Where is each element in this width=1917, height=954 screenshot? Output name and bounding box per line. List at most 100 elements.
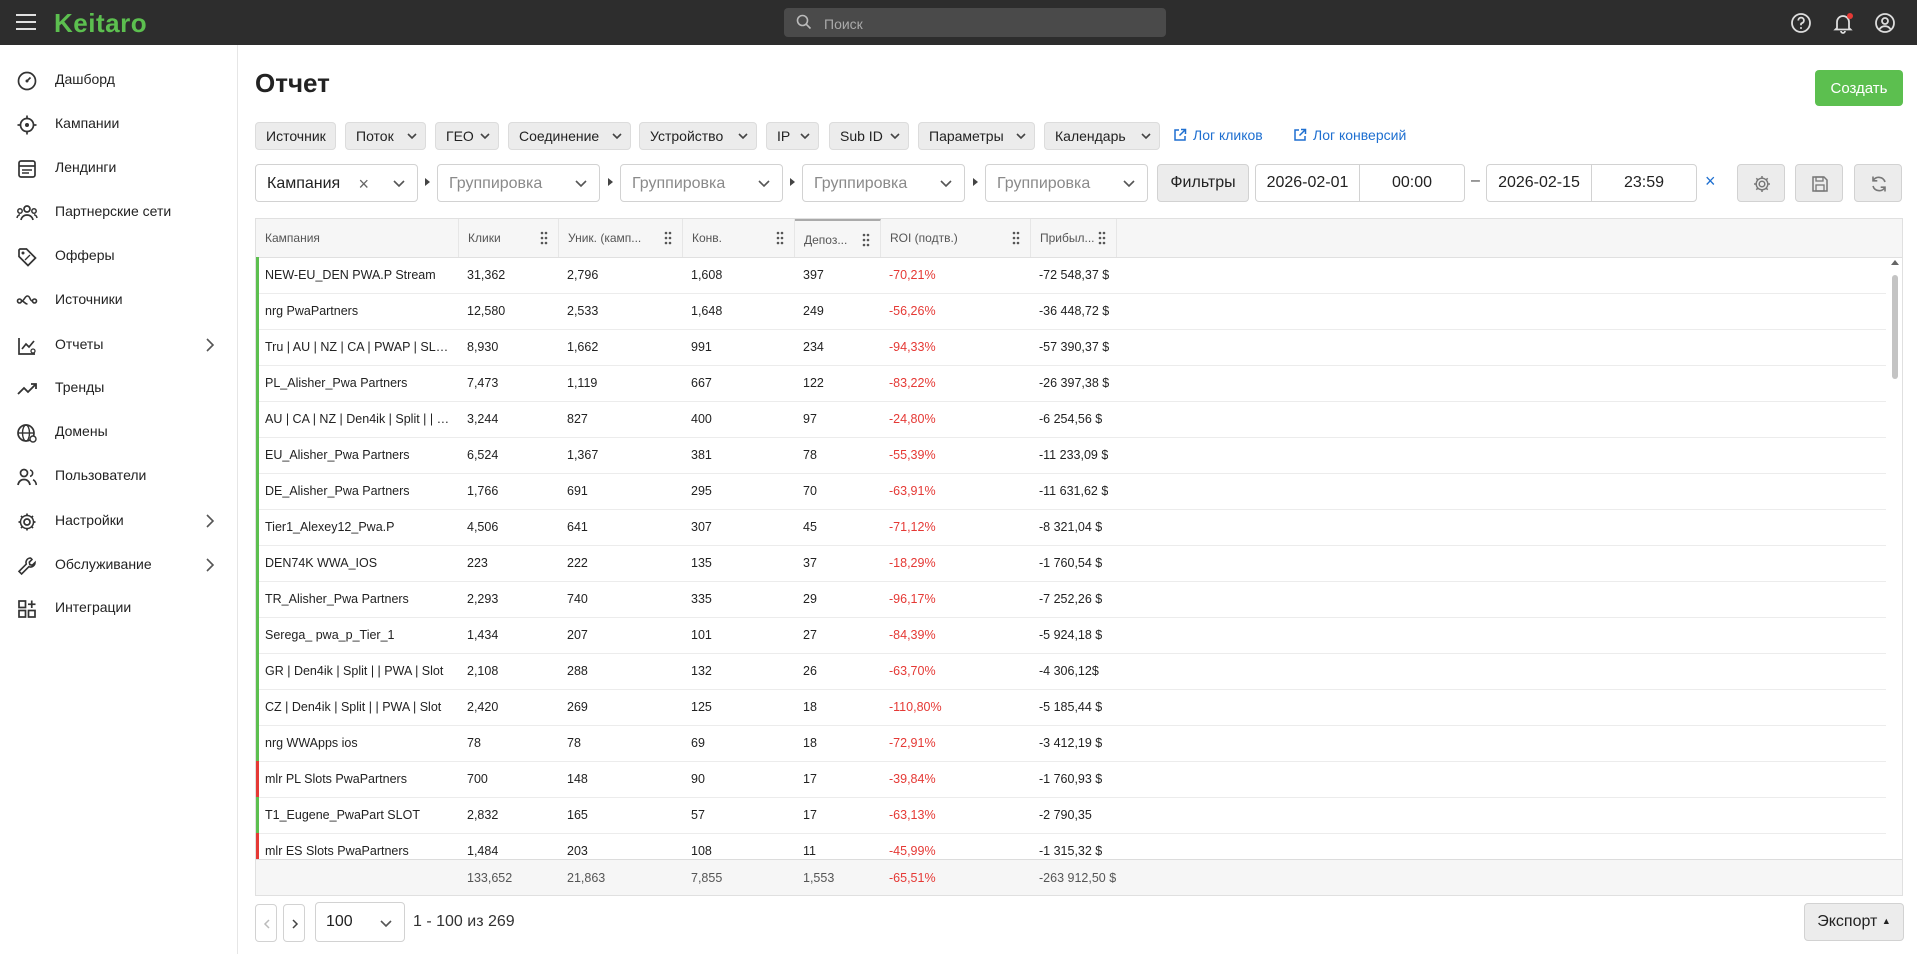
time-to-input[interactable]: 23:59: [1591, 164, 1697, 202]
sidebar-item-users[interactable]: Пользователи: [0, 456, 237, 496]
chip-source[interactable]: Источник: [255, 122, 336, 150]
per-page-select[interactable]: 100: [315, 902, 405, 942]
time-from-input[interactable]: 00:00: [1359, 164, 1465, 202]
table-scrollbar[interactable]: [1888, 257, 1902, 888]
table-row[interactable]: nrg PwaPartners 12,580 2,533 1,648 249 -56,26…: [256, 293, 1886, 330]
sidebar-item-trends[interactable]: Тренды: [0, 368, 237, 408]
status-indicator: [256, 797, 259, 833]
table-row[interactable]: Tier1_Alexey12_Pwa.P 4,506 641 307 45 -71,12%…: [256, 509, 1886, 546]
drag-handle-icon[interactable]: [862, 233, 870, 247]
cell-name: Serega_ pwa_p_Tier_1: [265, 628, 395, 642]
chip-connection[interactable]: Соединение: [508, 122, 631, 150]
total-clicks: 133,652: [467, 871, 513, 885]
column-header-campaign[interactable]: Кампания: [256, 219, 459, 257]
sidebar-item-campaigns[interactable]: Кампании: [0, 104, 237, 144]
sidebar-item-integrations[interactable]: Интеграции: [0, 588, 237, 628]
sidebar-item-settings[interactable]: Настройки: [0, 501, 237, 541]
drag-handle-icon[interactable]: [1098, 231, 1106, 245]
bell-icon[interactable]: [1831, 11, 1855, 35]
chip-calendar[interactable]: Календарь: [1044, 122, 1160, 150]
cell-conv: 57: [691, 808, 705, 822]
grouping-select-1[interactable]: Кампания ×: [255, 164, 418, 202]
clear-date-icon[interactable]: ×: [1705, 171, 1716, 192]
chip-ip[interactable]: IP: [766, 122, 819, 150]
sidebar-item-dashboard[interactable]: Дашборд: [0, 60, 237, 100]
table-row[interactable]: PL_Alisher_Pwa Partners 7,473 1,119 667 122 -…: [256, 365, 1886, 402]
sidebar-item-landings[interactable]: Лендинги: [0, 148, 237, 188]
cell-name: AU | CA | NZ | Den4ik | Split | | Slot: [265, 412, 455, 426]
clear-icon[interactable]: ×: [358, 175, 369, 193]
grouping-select-2[interactable]: Группировка: [437, 164, 600, 202]
sidebar-item-domains[interactable]: Домены: [0, 412, 237, 452]
search-input[interactable]: [822, 12, 1156, 35]
status-indicator: [256, 689, 259, 725]
account-icon[interactable]: [1873, 11, 1897, 35]
table-row[interactable]: TR_Alisher_Pwa Partners 2,293 740 335 29 -96,…: [256, 581, 1886, 618]
grouping-select-4[interactable]: Группировка: [802, 164, 965, 202]
table-row[interactable]: T1_Eugene_PwaPart SLOT 2,832 165 57 17 -63,13…: [256, 797, 1886, 834]
cell-profit: -1 760,54 $: [1039, 556, 1103, 570]
table-row[interactable]: DEN74K WWA_IOS 223 222 135 37 -18,29% -1 760,5…: [256, 545, 1886, 582]
status-indicator: [256, 329, 259, 365]
logo[interactable]: Keitaro: [54, 8, 147, 39]
sidebar-item-reports[interactable]: Отчеты: [0, 325, 237, 365]
chip-parameters[interactable]: Параметры: [918, 122, 1035, 150]
prev-page-button[interactable]: [255, 904, 277, 942]
table-row[interactable]: mlr PL Slots PwaPartners 700 148 90 17 -39,84…: [256, 761, 1886, 798]
table-row[interactable]: Tru | AU | NZ | CA | PWAP | SLOTS 8,930 1,…: [256, 329, 1886, 366]
next-page-button[interactable]: [283, 904, 305, 942]
table-row[interactable]: EU_Alisher_Pwa Partners 6,524 1,367 381 78 -5…: [256, 437, 1886, 474]
column-header-clicks[interactable]: Клики: [459, 219, 559, 257]
drag-handle-icon[interactable]: [1012, 231, 1020, 245]
cell-uniq: 691: [567, 484, 588, 498]
export-button[interactable]: Экспорт ▲: [1804, 903, 1904, 941]
chip-sub-id[interactable]: Sub ID: [829, 122, 909, 150]
chip-geo[interactable]: ГЕО: [435, 122, 499, 150]
table-row[interactable]: NEW-EU_DEN PWA.P Stream 31,362 2,796 1,608 3…: [256, 257, 1886, 294]
cell-clicks: 700: [467, 772, 488, 786]
cell-dep: 397: [803, 268, 824, 282]
cell-uniq: 827: [567, 412, 588, 426]
cell-clicks: 8,930: [467, 340, 499, 354]
table-row[interactable]: GR | Den4ik | Split | | PWA | Slot 2,108 2…: [256, 653, 1886, 690]
search-box[interactable]: [784, 8, 1166, 37]
grouping-select-3[interactable]: Группировка: [620, 164, 783, 202]
column-header-deposits[interactable]: Депоз...: [795, 219, 881, 257]
drag-handle-icon[interactable]: [540, 231, 548, 245]
table-row[interactable]: DE_Alisher_Pwa Partners 1,766 691 295 70 -63,…: [256, 473, 1886, 510]
date-from-input[interactable]: 2026-02-01: [1255, 164, 1360, 202]
sidebar-item-label: Источники: [55, 291, 123, 307]
cell-name: PL_Alisher_Pwa Partners: [265, 376, 408, 390]
table-row[interactable]: Serega_ pwa_p_Tier_1 1,434 207 101 27 -84,39%…: [256, 617, 1886, 654]
refresh-button[interactable]: [1854, 164, 1902, 202]
settings-button[interactable]: [1737, 164, 1785, 202]
chip-device[interactable]: Устройство: [639, 122, 757, 150]
status-indicator: [256, 581, 259, 617]
help-icon[interactable]: [1789, 11, 1813, 35]
drag-handle-icon[interactable]: [776, 231, 784, 245]
table-row[interactable]: CZ | Den4ik | Split | | PWA | Slot 2,420 2…: [256, 689, 1886, 726]
column-header-conversions[interactable]: Конв.: [683, 219, 795, 257]
menu-icon[interactable]: [16, 14, 36, 30]
sidebar-item-maintenance[interactable]: Обслуживание: [0, 545, 237, 585]
date-to-input[interactable]: 2026-02-15: [1486, 164, 1592, 202]
save-button[interactable]: [1795, 164, 1843, 202]
sidebar-item-affiliate-networks[interactable]: Партнерские сети: [0, 192, 237, 232]
create-button[interactable]: Создать: [1815, 70, 1903, 106]
table-row[interactable]: AU | CA | NZ | Den4ik | Split | | Slot 3,…: [256, 401, 1886, 438]
drag-handle-icon[interactable]: [664, 231, 672, 245]
scrollbar-thumb[interactable]: [1892, 275, 1898, 379]
grouping-select-5[interactable]: Группировка: [985, 164, 1148, 202]
filters-button[interactable]: Фильтры: [1157, 164, 1249, 202]
chip-stream[interactable]: Поток: [345, 122, 426, 150]
sidebar-item-sources[interactable]: Источники: [0, 280, 237, 320]
click-log-link[interactable]: Лог кликов: [1173, 127, 1263, 143]
column-header-profit[interactable]: Прибыл...: [1031, 219, 1117, 257]
sidebar-item-offers[interactable]: Офферы: [0, 236, 237, 276]
conversion-log-link[interactable]: Лог конверсий: [1293, 127, 1406, 143]
table-row[interactable]: nrg WWApps ios 78 78 69 18 -72,91% -3 412,19 $: [256, 725, 1886, 762]
scroll-up-icon[interactable]: [1891, 259, 1899, 265]
pagination-info: 1 - 100 из 269: [413, 913, 515, 930]
column-header-roi[interactable]: ROI (подтв.): [881, 219, 1031, 257]
column-header-unique[interactable]: Уник. (камп...: [559, 219, 683, 257]
